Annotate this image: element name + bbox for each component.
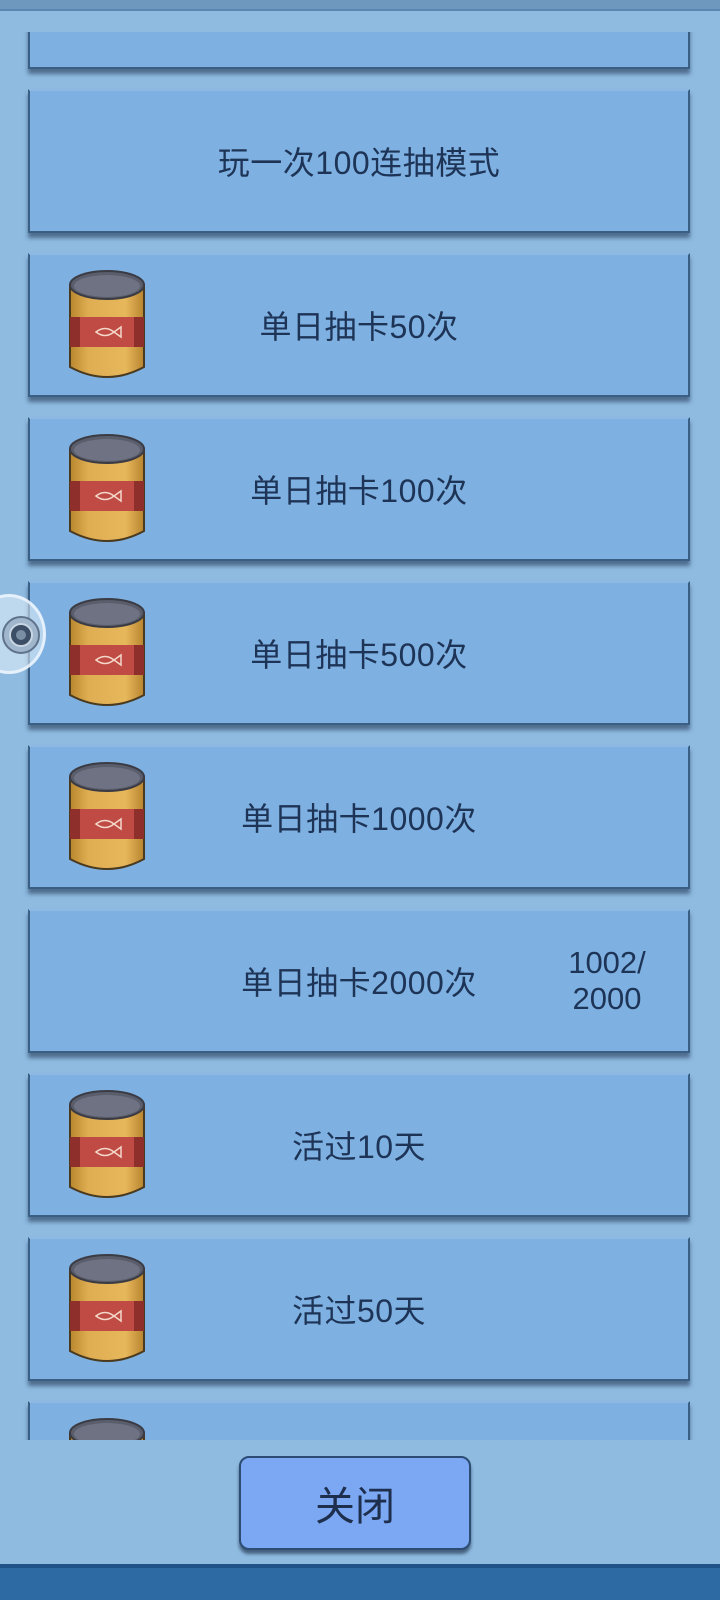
task-item[interactable] — [28, 32, 690, 69]
task-item[interactable]: 单日抽卡500次 — [28, 581, 690, 725]
task-label: 单日抽卡500次 — [250, 637, 468, 673]
task-label — [30, 1403, 688, 1440]
close-button[interactable]: 关闭 — [239, 1456, 471, 1550]
task-item[interactable]: 单日抽卡50次 — [28, 253, 690, 397]
task-label — [30, 32, 688, 67]
task-item[interactable]: 单日抽卡2000次 1002/2000 — [28, 909, 690, 1053]
task-item[interactable] — [28, 1401, 690, 1440]
task-item[interactable]: 单日抽卡100次 — [28, 417, 690, 561]
bottom-bar — [0, 1564, 720, 1600]
task-label: 单日抽卡100次 — [250, 473, 468, 509]
top-bar — [0, 0, 720, 11]
task-label: 单日抽卡50次 — [259, 309, 459, 345]
task-progress: 1002/2000 — [562, 911, 652, 1051]
task-label: 活过50天 — [291, 1293, 427, 1329]
task-item[interactable]: 活过50天 — [28, 1237, 690, 1381]
task-label: 活过10天 — [291, 1129, 427, 1165]
task-label: 玩一次100连抽模式 — [217, 145, 501, 181]
task-item[interactable]: 玩一次100连抽模式 — [28, 89, 690, 233]
task-label: 单日抽卡1000次 — [241, 801, 477, 837]
task-item[interactable]: 活过10天 — [28, 1073, 690, 1217]
gear-icon — [2, 616, 40, 654]
progress-current: 1002/ — [568, 945, 646, 980]
task-list[interactable]: 玩一次100连抽模式 单日抽卡50次 单日抽卡100次 单日抽卡500次 单日抽… — [0, 32, 720, 1440]
progress-total: 2000 — [572, 981, 642, 1016]
task-item[interactable]: 单日抽卡1000次 — [28, 745, 690, 889]
